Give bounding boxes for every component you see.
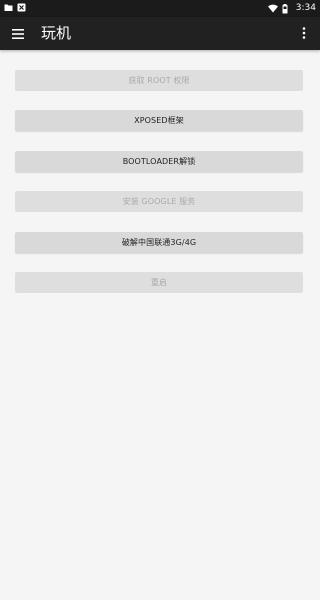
bootloader-unlock-button[interactable]: BOOTLOADER解锁: [15, 151, 303, 172]
battery-icon: [282, 4, 291, 14]
reboot-button[interactable]: 重启: [15, 272, 303, 293]
folder-icon: [4, 3, 13, 12]
unicom-3g-4g-button[interactable]: 破解中国联通3G/4G: [15, 232, 303, 253]
overflow-menu-icon: [302, 24, 306, 43]
hamburger-menu-icon: [12, 24, 24, 43]
more-options-button[interactable]: [294, 21, 314, 45]
root-permission-button[interactable]: 获取 ROOT 权限: [15, 70, 303, 91]
wifi-icon: [267, 4, 278, 13]
app-notification-icon: [17, 3, 26, 12]
page-title: 玩机: [41, 24, 72, 42]
app-toolbar: 玩机: [0, 17, 320, 50]
xposed-framework-button[interactable]: XPOSED框架: [15, 110, 303, 131]
status-time: 3:34: [295, 3, 316, 13]
install-google-services-button[interactable]: 安装 GOOGLE 服务: [15, 191, 303, 212]
menu-button[interactable]: [6, 21, 30, 45]
status-bar: 3:34: [0, 0, 320, 17]
